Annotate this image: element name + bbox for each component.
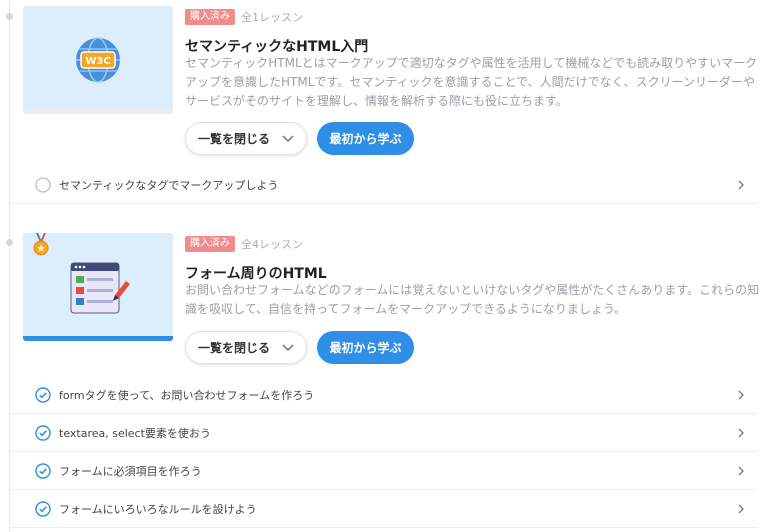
lesson-count: 全4レッスン xyxy=(241,238,303,251)
start-learning-button[interactable]: 最初から学ぶ xyxy=(317,122,414,155)
check-circle-icon xyxy=(35,386,51,403)
chevron-right-icon xyxy=(738,504,744,513)
chevron-down-icon xyxy=(282,344,294,351)
purchased-badge: 購入済み xyxy=(185,236,235,252)
course-title[interactable]: フォーム周りのHTML xyxy=(185,263,327,283)
lesson-row[interactable]: フォームにいろいろなルールを設けよう xyxy=(10,490,758,528)
lesson-row[interactable]: formタグを使って、お問い合わせフォームを作ろう xyxy=(10,376,758,414)
chevron-down-icon xyxy=(282,135,294,142)
progress-bar-empty xyxy=(23,109,173,114)
lesson-label: セマンティックなタグでマークアップしよう xyxy=(59,178,279,192)
collapse-list-label: 一覧を閉じる xyxy=(197,341,270,355)
chevron-right-icon xyxy=(738,428,744,437)
check-circle-icon xyxy=(35,424,51,441)
check-circle-icon xyxy=(35,500,51,517)
lesson-label: フォームにいろいろなルールを設けよう xyxy=(59,502,257,516)
timeline-dot xyxy=(6,13,13,20)
medal-icon xyxy=(33,233,49,256)
lesson-label: フォームに必須項目を作ろう xyxy=(59,464,202,478)
collapse-list-button[interactable]: 一覧を閉じる xyxy=(185,122,307,155)
lesson-label: textarea, select要素を使おう xyxy=(59,426,211,440)
course-description: セマンティックHTMLとはマークアップで適切なタグや属性を活用して機械などでも読… xyxy=(185,56,758,108)
course-thumbnail[interactable]: W3C xyxy=(23,6,173,114)
incomplete-circle-icon xyxy=(35,176,51,193)
lesson-row[interactable]: フォームに必須項目を作ろう xyxy=(10,452,758,490)
lesson-row[interactable]: textarea, select要素を使おう xyxy=(10,414,758,452)
svg-text:W3C: W3C xyxy=(85,56,110,67)
course-meta: 購入済み 全4レッスン xyxy=(185,236,303,252)
lesson-label: formタグを使って、お問い合わせフォームを作ろう xyxy=(59,388,315,402)
chevron-right-icon xyxy=(738,466,744,475)
course-meta: 購入済み 全1レッスン xyxy=(185,9,303,25)
course-title[interactable]: セマンティックなHTML入門 xyxy=(185,36,368,56)
chevron-right-icon xyxy=(738,180,744,189)
w3c-globe-icon: W3C xyxy=(76,37,120,83)
progress-bar-complete xyxy=(23,336,173,341)
lesson-count: 全1レッスン xyxy=(241,11,303,24)
chevron-right-icon xyxy=(738,390,744,399)
start-learning-button[interactable]: 最初から学ぶ xyxy=(317,331,414,364)
timeline-dot xyxy=(6,239,13,246)
check-circle-icon xyxy=(35,462,51,479)
collapse-list-label: 一覧を閉じる xyxy=(197,132,270,146)
course-description: お問い合わせフォームなどのフォームには覚えないといけないタグや属性がたくさんあり… xyxy=(185,283,760,316)
collapse-list-button[interactable]: 一覧を閉じる xyxy=(185,331,307,364)
purchased-badge: 購入済み xyxy=(185,9,235,25)
lesson-row[interactable]: セマンティックなタグでマークアップしよう xyxy=(10,166,758,204)
